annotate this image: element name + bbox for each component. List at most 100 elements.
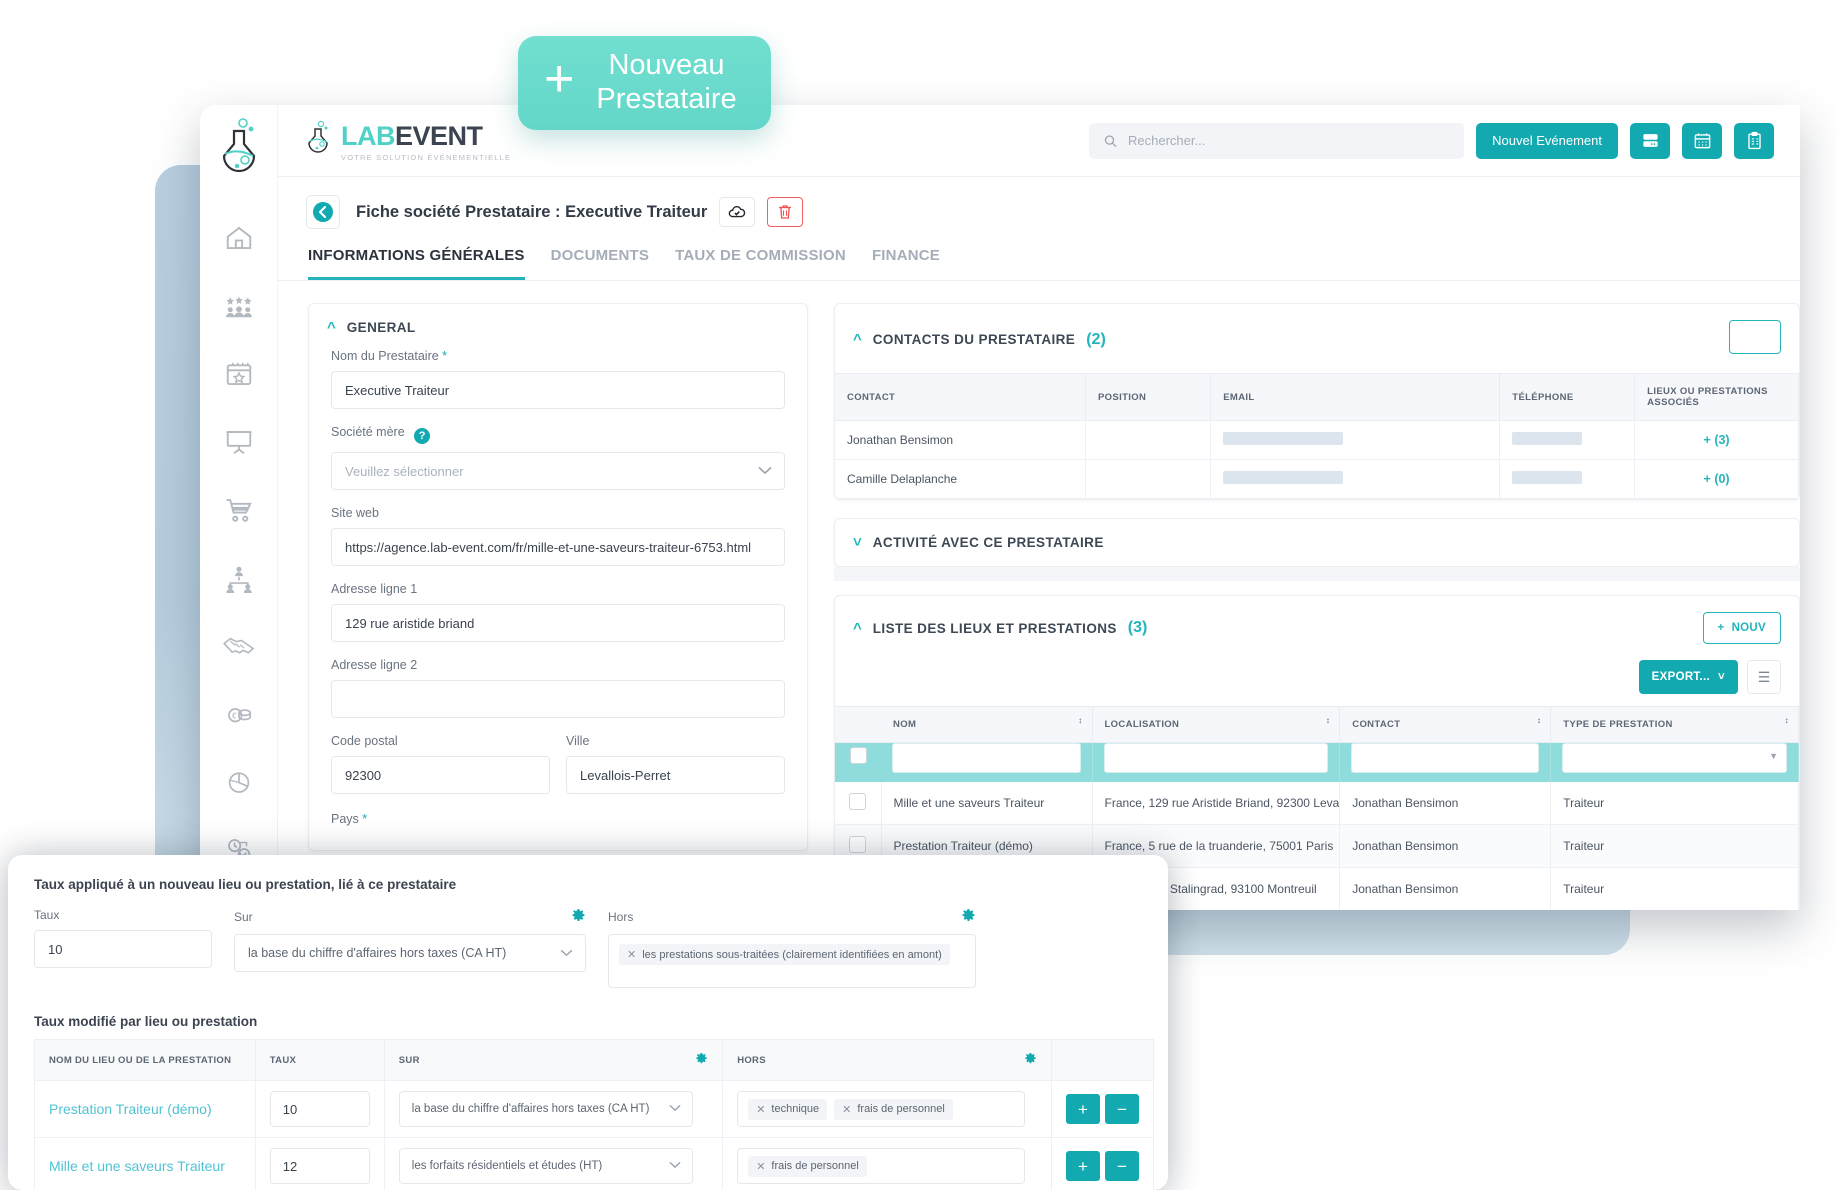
- flask-logo-icon[interactable]: [212, 117, 266, 184]
- ville-input[interactable]: [566, 756, 785, 794]
- sort-icon[interactable]: ↕: [1078, 716, 1082, 725]
- add-row-button[interactable]: +: [1065, 1151, 1100, 1181]
- remove-tag-icon[interactable]: ✕: [627, 948, 636, 961]
- add-row-button[interactable]: +: [1065, 1094, 1100, 1124]
- chevron-down-icon-row: [669, 1160, 681, 1172]
- taux-row-nom[interactable]: Prestation Traiteur (démo): [34, 1080, 256, 1138]
- tag-item[interactable]: ✕ frais de personnel: [748, 1155, 867, 1177]
- lieu-contact[interactable]: Jonathan Bensimon: [1339, 782, 1552, 825]
- lieu-contact[interactable]: Jonathan Bensimon: [1339, 824, 1552, 868]
- remove-tag-icon[interactable]: ✕: [756, 1103, 765, 1116]
- remove-tag-icon[interactable]: ✕: [842, 1103, 851, 1116]
- table-row[interactable]: Camille Delaplanche + (0): [835, 459, 1799, 499]
- brand-logo[interactable]: LABEVENT VOTRE SOLUTION ÉVÉNEMENTIELLE: [306, 120, 511, 162]
- help-icon[interactable]: ?: [414, 428, 431, 444]
- row-checkbox[interactable]: [849, 836, 867, 853]
- gear-icon[interactable]: [961, 908, 976, 926]
- code-postal-input[interactable]: [331, 756, 550, 794]
- remove-row-button[interactable]: −: [1104, 1151, 1139, 1181]
- table-row[interactable]: Jonathan Bensimon + (3): [835, 420, 1799, 460]
- overlay-hors-tagbox[interactable]: ✕ les prestations sous-traitées (clairem…: [608, 934, 976, 988]
- contacts-section-title: CONTACTS DU PRESTATAIRE: [872, 332, 1076, 347]
- nouveau-prestataire-pill[interactable]: + Nouveau Prestataire: [518, 36, 771, 131]
- contacts-thead: CONTACT POSITION EMAIL TÉLÉPHONE LIEUX O…: [835, 373, 1799, 421]
- taux-header-row: NOM DU LIEU OU DE LA PRESTATION TAUX SUR: [34, 1039, 1154, 1081]
- taux-row-hors-tagbox[interactable]: ✕ technique ✕ frais de personnel: [737, 1091, 1026, 1127]
- lieux-filter-row: ▼: [835, 742, 1799, 782]
- lieu-contact[interactable]: Jonathan Bensimon: [1339, 867, 1552, 910]
- tag-item[interactable]: ✕ technique: [748, 1098, 828, 1120]
- overlay-sur-select[interactable]: [234, 934, 586, 972]
- sidebar-item-cart[interactable]: [211, 482, 267, 538]
- remove-tag-icon[interactable]: ✕: [756, 1160, 765, 1173]
- sidebar-item-presentation[interactable]: [211, 414, 267, 470]
- tab-documents[interactable]: DOCUMENTS: [551, 247, 649, 280]
- overlay-taux-input[interactable]: [34, 930, 212, 968]
- calendar-icon[interactable]: [1682, 122, 1722, 159]
- overlay-label-sur: Sur: [234, 908, 586, 926]
- tag-item[interactable]: ✕ les prestations sous-traitées (clairem…: [619, 944, 950, 965]
- table-row[interactable]: Mille et une saveurs Traiteur les forfai…: [34, 1137, 1154, 1190]
- cloud-check-icon[interactable]: [719, 197, 756, 227]
- new-lieu-button[interactable]: + NOUV: [1702, 612, 1781, 644]
- adresse-1-input[interactable]: [331, 604, 785, 642]
- filter-localisation-input[interactable]: [1103, 743, 1329, 773]
- taux-row-taux-input[interactable]: [269, 1148, 370, 1184]
- societe-mere-select[interactable]: [331, 452, 785, 490]
- adresse-2-input[interactable]: [331, 680, 785, 718]
- add-contact-button[interactable]: [1729, 320, 1781, 354]
- filter-nom-input[interactable]: [892, 743, 1081, 773]
- site-web-input[interactable]: [331, 528, 785, 566]
- filter-type-input[interactable]: [1562, 743, 1787, 773]
- filter-icon[interactable]: ▼: [1769, 751, 1778, 761]
- taux-row-hors-tagbox[interactable]: ✕ frais de personnel: [737, 1148, 1026, 1184]
- remove-row-button[interactable]: −: [1104, 1094, 1139, 1124]
- contact-name[interactable]: Camille Delaplanche: [835, 459, 1086, 499]
- row-select-cell[interactable]: [835, 782, 882, 825]
- sidebar-item-handshake[interactable]: [211, 618, 267, 674]
- export-button[interactable]: EXPORT... ˅: [1638, 660, 1738, 694]
- sort-icon[interactable]: ↕: [1326, 716, 1330, 725]
- tab-taux-de-commission[interactable]: TAUX DE COMMISSION: [675, 247, 846, 280]
- row-checkbox[interactable]: [849, 793, 867, 810]
- select-all-checkbox[interactable]: [849, 747, 867, 764]
- taux-row-nom[interactable]: Mille et une saveurs Traiteur: [34, 1137, 256, 1190]
- gear-icon[interactable]: [695, 1052, 708, 1068]
- sidebar-item-participants[interactable]: [211, 278, 267, 334]
- search-box[interactable]: [1089, 122, 1465, 159]
- trash-icon[interactable]: [767, 197, 804, 227]
- select-all-cell[interactable]: [835, 742, 881, 782]
- new-event-button[interactable]: Nouvel Evénement: [1476, 122, 1618, 159]
- tab-informations-generales[interactable]: INFORMATIONS GÉNÉRALES: [308, 247, 525, 280]
- sidebar-item-calendar-star[interactable]: [211, 346, 267, 402]
- activity-card-header[interactable]: ˅ ACTIVITÉ AVEC CE PRESTATAIRE: [835, 519, 1799, 566]
- clipboard-icon[interactable]: [1734, 122, 1774, 159]
- contact-assoc[interactable]: + (3): [1634, 420, 1799, 460]
- nom-prestataire-input[interactable]: [331, 371, 785, 409]
- contacts-card-header[interactable]: ^ CONTACTS DU PRESTATAIRE (2): [835, 304, 1799, 373]
- gear-icon[interactable]: [571, 908, 586, 926]
- sidebar-item-pie-chart[interactable]: [211, 754, 267, 810]
- sort-icon[interactable]: ↕: [1537, 716, 1541, 725]
- filter-contact-input[interactable]: [1351, 743, 1540, 773]
- taux-row-sur-select[interactable]: la base du chiffre d'affaires hors taxes…: [398, 1091, 693, 1127]
- sidebar-item-home[interactable]: [211, 210, 267, 266]
- sidebar-item-coins[interactable]: €: [211, 686, 267, 742]
- table-row[interactable]: Mille et une saveurs Traiteur France, 12…: [835, 782, 1799, 825]
- contact-assoc[interactable]: + (0): [1634, 459, 1799, 499]
- gear-icon[interactable]: [1024, 1052, 1037, 1068]
- back-button[interactable]: [306, 195, 340, 229]
- column-picker-button[interactable]: ☰: [1747, 660, 1781, 694]
- lieu-nom[interactable]: Mille et une saveurs Traiteur: [881, 782, 1093, 825]
- contact-name[interactable]: Jonathan Bensimon: [835, 420, 1086, 460]
- search-input[interactable]: [1128, 133, 1451, 148]
- table-row[interactable]: Prestation Traiteur (démo) la base du ch…: [34, 1080, 1154, 1138]
- tag-item[interactable]: ✕ frais de personnel: [834, 1098, 953, 1120]
- server-icon[interactable]: [1630, 122, 1670, 159]
- tab-finance[interactable]: FINANCE: [872, 247, 940, 280]
- sidebar-item-org-chart[interactable]: [211, 550, 267, 606]
- general-card-header[interactable]: ^ GENERAL: [309, 304, 807, 349]
- sort-icon[interactable]: ↕: [1785, 716, 1789, 725]
- taux-row-sur-select[interactable]: les forfaits résidentiels et études (HT): [398, 1148, 693, 1184]
- taux-row-taux-input[interactable]: [269, 1091, 370, 1127]
